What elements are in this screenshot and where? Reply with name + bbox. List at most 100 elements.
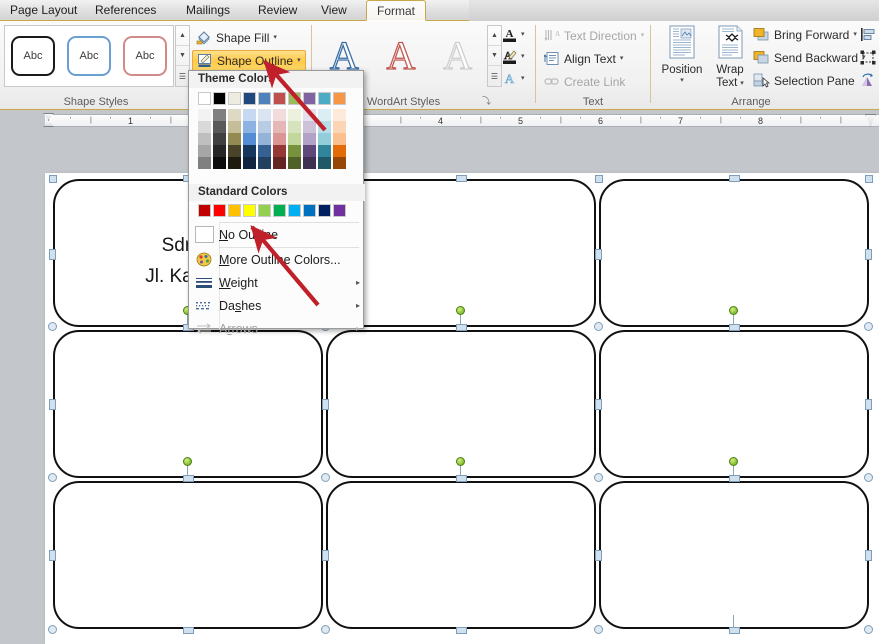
theme-color-swatch-1-shade-3[interactable] — [198, 133, 211, 145]
selection-handle-tm-r1c2[interactable] — [456, 175, 467, 182]
theme-color-swatch-2-shade-5[interactable] — [213, 157, 226, 169]
label-cell-r2c1[interactable] — [53, 330, 323, 478]
label-cell-r3c2[interactable] — [326, 481, 596, 629]
selection-handle-tl-r1c1[interactable] — [49, 175, 57, 183]
theme-color-swatch-10-shade-1[interactable] — [333, 109, 346, 121]
shape-outline-button[interactable]: Shape Outline ▾ — [192, 50, 306, 71]
chevron-down-icon[interactable]: ▾ — [641, 32, 645, 39]
rotation-handle-r1c3[interactable] — [729, 306, 738, 315]
theme-color-swatch-10-shade-4[interactable] — [333, 145, 346, 157]
theme-colors-grid[interactable] — [198, 92, 346, 169]
selection-handle-mr-r3c1[interactable] — [322, 550, 329, 561]
standard-color-swatch-5[interactable] — [258, 204, 271, 217]
theme-color-swatch-3-shade-2[interactable] — [228, 121, 241, 133]
standard-color-swatch-8[interactable] — [303, 204, 316, 217]
theme-color-swatch-1-shade-5[interactable] — [198, 157, 211, 169]
theme-color-swatch-6-shade-2[interactable] — [273, 121, 286, 133]
chevron-down-icon[interactable]: ▾ — [521, 75, 525, 82]
bring-forward-button[interactable]: Bring Forward ▾ — [749, 24, 861, 45]
rotation-handle-r2c3[interactable] — [729, 457, 738, 466]
theme-color-swatch-4-shade-4[interactable] — [243, 145, 256, 157]
shape-style-thumb-red[interactable]: Abc — [123, 36, 167, 76]
selection-handle-mr-r2c2[interactable] — [595, 399, 602, 410]
selection-handle-tm-r1c3[interactable] — [729, 175, 740, 182]
theme-color-swatch-5-base[interactable] — [258, 92, 271, 105]
theme-color-swatch-9-shade-3[interactable] — [318, 133, 331, 145]
theme-color-swatch-4-shade-5[interactable] — [243, 157, 256, 169]
theme-color-swatch-1-base[interactable] — [198, 92, 211, 105]
theme-color-swatch-1-shade-2[interactable] — [198, 121, 211, 133]
horizontal-ruler[interactable]: ' | ' 1 ' | | ' 4 ' | ' 5 ' | ' 6 ' | ' … — [0, 111, 879, 129]
theme-color-swatch-9-shade-4[interactable] — [318, 145, 331, 157]
selection-handle-mr-r3c3[interactable] — [865, 550, 872, 561]
theme-color-swatch-4-shade-1[interactable] — [243, 109, 256, 121]
selection-handle-corner-r1r2-right[interactable] — [864, 322, 873, 331]
theme-color-column-10[interactable] — [333, 92, 346, 169]
tab-page-layout[interactable]: Page Layout — [0, 0, 87, 21]
group-objects-button[interactable]: ▾ — [856, 47, 879, 68]
tab-review[interactable]: Review — [248, 0, 307, 21]
chevron-down-icon[interactable]: ▾ — [521, 53, 525, 60]
label-cell-r2c2[interactable] — [326, 330, 596, 478]
theme-color-swatch-3-shade-5[interactable] — [228, 157, 241, 169]
selection-handle-ml-r1c1[interactable] — [49, 249, 56, 260]
rotation-handle-r2c2[interactable] — [456, 457, 465, 466]
standard-color-swatch-9[interactable] — [318, 204, 331, 217]
theme-color-swatch-9-shade-5[interactable] — [318, 157, 331, 169]
theme-color-column-7[interactable] — [288, 92, 301, 169]
theme-color-swatch-2-shade-2[interactable] — [213, 121, 226, 133]
wordart-thumb-red[interactable]: A — [386, 35, 416, 76]
selection-handle-bm-r2c3[interactable] — [729, 475, 740, 482]
theme-color-column-9[interactable] — [318, 92, 331, 169]
theme-color-swatch-3-shade-4[interactable] — [228, 145, 241, 157]
menu-item-more-outline-colors[interactable]: More Outline Colors... — [189, 248, 365, 271]
theme-color-column-8[interactable] — [303, 92, 316, 169]
tab-mailings[interactable]: Mailings — [176, 0, 240, 21]
standard-color-swatch-3[interactable] — [228, 204, 241, 217]
standard-color-swatch-10[interactable] — [333, 204, 346, 217]
theme-color-swatch-4-base[interactable] — [243, 92, 256, 105]
theme-color-swatch-4-shade-2[interactable] — [243, 121, 256, 133]
standard-color-swatch-2[interactable] — [213, 204, 226, 217]
selection-handle-bm-r3c2[interactable] — [456, 627, 467, 634]
selection-pane-button[interactable]: Selection Pane — [749, 70, 859, 91]
document-page[interactable]: Sdr. H Jl. Karang — [45, 173, 879, 644]
theme-color-swatch-10-shade-3[interactable] — [333, 133, 346, 145]
theme-color-column-1[interactable] — [198, 92, 211, 169]
theme-color-swatch-2-shade-3[interactable] — [213, 133, 226, 145]
theme-color-swatch-6-shade-3[interactable] — [273, 133, 286, 145]
theme-color-swatch-3-shade-3[interactable] — [228, 133, 241, 145]
rotation-handle-r1c2[interactable] — [456, 306, 465, 315]
text-direction-button[interactable]: A Text Direction ▾ — [540, 25, 648, 46]
theme-color-swatch-6-base[interactable] — [273, 92, 286, 105]
theme-color-swatch-6-shade-5[interactable] — [273, 157, 286, 169]
send-backward-button[interactable]: Send Backward ▾ — [749, 47, 870, 68]
selection-handle-bm-r1c2[interactable] — [456, 324, 467, 331]
text-outline-button[interactable]: A ▾ — [498, 46, 529, 67]
theme-color-column-3[interactable] — [228, 92, 241, 169]
theme-color-swatch-7-base[interactable] — [288, 92, 301, 105]
theme-color-swatch-8-shade-1[interactable] — [303, 109, 316, 121]
theme-color-column-5[interactable] — [258, 92, 271, 169]
shape-fill-button[interactable]: Shape Fill ▾ — [192, 27, 281, 48]
wordart-thumb-gray[interactable]: A — [443, 35, 473, 76]
selection-handle-corner-r1r2-mid2[interactable] — [594, 322, 603, 331]
chevron-down-icon[interactable]: ▾ — [273, 34, 277, 41]
selection-handle-ml-r3c1[interactable] — [49, 550, 56, 561]
theme-color-swatch-9-shade-2[interactable] — [318, 121, 331, 133]
theme-color-swatch-5-shade-1[interactable] — [258, 109, 271, 121]
theme-color-swatch-7-shade-5[interactable] — [288, 157, 301, 169]
theme-color-swatch-5-shade-5[interactable] — [258, 157, 271, 169]
shape-style-thumb-blue[interactable]: Abc — [67, 36, 111, 76]
position-button[interactable]: Position ▾ — [656, 24, 708, 104]
rotation-handle-r2c1[interactable] — [183, 457, 192, 466]
selection-handle-bm-r1c3[interactable] — [729, 324, 740, 331]
selection-handle-bc-r3c2[interactable] — [594, 625, 603, 634]
selection-handle-tr-r1c2[interactable] — [595, 175, 603, 183]
chevron-down-icon[interactable]: ▾ — [680, 77, 684, 84]
theme-color-swatch-4-shade-3[interactable] — [243, 133, 256, 145]
selection-handle-ml-r2c1[interactable] — [49, 399, 56, 410]
theme-color-swatch-3-shade-1[interactable] — [228, 109, 241, 121]
theme-color-swatch-2-shade-1[interactable] — [213, 109, 226, 121]
align-objects-button[interactable]: ▾ — [856, 24, 879, 45]
